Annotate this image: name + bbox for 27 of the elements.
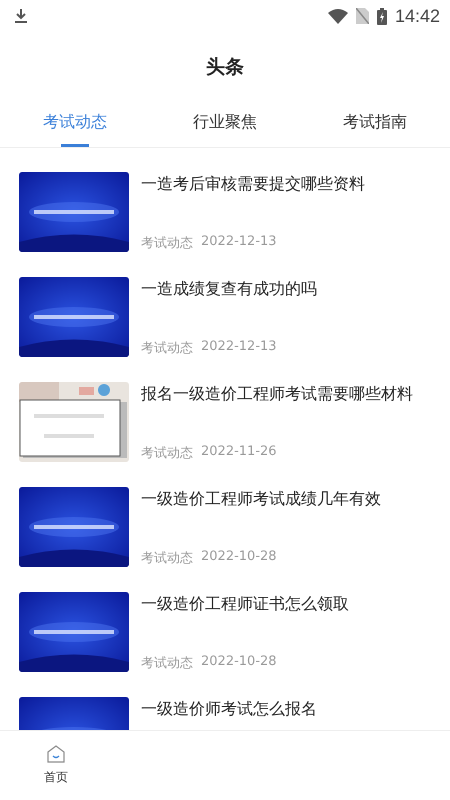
download-icon — [14, 8, 28, 24]
wifi-icon — [328, 8, 348, 24]
article-title[interactable]: 一级造价师考试怎么报名 — [141, 699, 432, 720]
article-title[interactable]: 一级造价工程师考试成绩几年有效 — [141, 489, 432, 510]
tab[interactable]: 考试指南 — [300, 104, 450, 147]
page-title: 头条 — [205, 55, 245, 80]
article-date: 2022-12-13 — [201, 339, 277, 356]
article-title[interactable]: 一级造价工程师证书怎么领取 — [141, 594, 432, 615]
battery-icon — [376, 8, 387, 24]
article-title[interactable]: 一造成绩复查有成功的吗 — [141, 279, 432, 300]
home-icon — [47, 745, 65, 763]
tab[interactable]: 考试动态 — [0, 104, 150, 147]
article-title[interactable]: 一造考后审核需要提交哪些资料 — [141, 174, 432, 195]
article-category: 考试动态 — [141, 550, 193, 567]
status-time: 14:42 — [394, 6, 440, 26]
article-date: 2022-12-13 — [201, 234, 277, 251]
article-title[interactable]: 报名一级造价工程师考试需要哪些材料 — [141, 384, 432, 405]
article-date: 2022-10-28 — [201, 549, 277, 566]
article-date: 2022-10-28 — [201, 654, 277, 671]
no-sim-icon — [356, 8, 369, 24]
article-date: 2022-11-26 — [201, 444, 277, 461]
tab[interactable]: 行业聚焦 — [150, 104, 300, 147]
article-category: 考试动态 — [141, 340, 193, 357]
article-category: 考试动态 — [141, 655, 193, 672]
article-category: 考试动态 — [141, 445, 193, 462]
article-category: 考试动态 — [141, 235, 193, 252]
nav-item[interactable]: 首页 — [0, 731, 112, 800]
